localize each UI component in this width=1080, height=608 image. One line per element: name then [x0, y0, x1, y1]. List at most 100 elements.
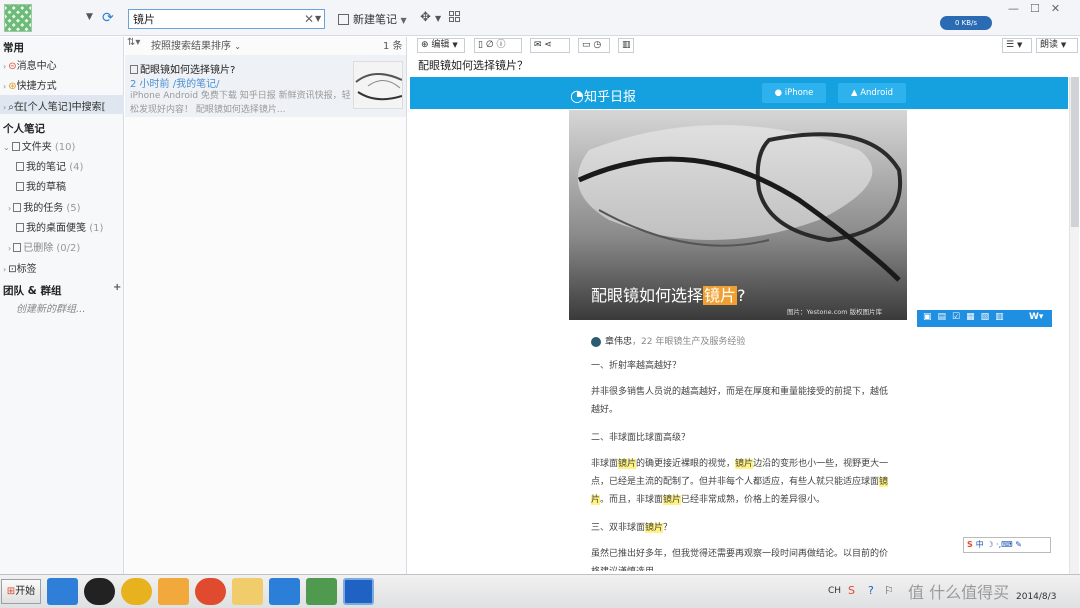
result-count: 1 条 [383, 41, 403, 52]
new-note-button[interactable]: 新建笔记 ▼ [338, 11, 407, 27]
windows-icon: ⊞ [6, 586, 16, 597]
reader-toolbar: ⊕ 编辑 ▼ ▯ ∅ ⓘ ✉ ⋖ ▭ ◷ ▥ ☰ ▼ 朗读 ▼ [408, 37, 1080, 55]
taskbar: ⊞开始 CH S ? ⚐ 值 什么值得买 2014/8/3 [0, 574, 1080, 608]
picasa-icon[interactable] [121, 578, 152, 605]
tray-icons[interactable]: ⚐ [884, 584, 894, 597]
delete-button[interactable]: ▥ [618, 38, 634, 53]
notebook-icon [16, 223, 24, 232]
watermark-logo: 值 什么值得买 [908, 583, 1010, 602]
ime-tool-icons: ☽ ·,⌨ ✎ [986, 540, 1022, 549]
sidebar-item-search-scope[interactable]: › ⌕在[个人笔记]中搜索[ [3, 98, 106, 113]
new-note-label: 新建笔记 [353, 13, 397, 26]
author-avatar [591, 337, 601, 347]
note-actions-group: ▯ ∅ ⓘ [474, 38, 522, 53]
zhihu-banner: ◔知乎日报 ● iPhone ▲ Android [410, 77, 1068, 109]
sogou-tray-icon[interactable]: S [848, 584, 855, 597]
comment-icon[interactable]: ▭ [582, 40, 591, 50]
note-icon [130, 65, 138, 74]
tag-icon: ⊡ [8, 264, 17, 275]
reader-pane: ⊕ 编辑 ▼ ▯ ∅ ⓘ ✉ ⋖ ▭ ◷ ▥ ☰ ▼ 朗读 ▼ 配眼镜如何选择镜… [408, 37, 1080, 574]
chevron-down-icon[interactable]: ▼ [401, 16, 407, 25]
clip-tools-icons[interactable]: ▣▤☑▦▧▥ [923, 312, 1010, 322]
wiznote-icon[interactable] [269, 578, 300, 605]
new-note-icon [338, 14, 349, 25]
lock-icon: ⊕ [421, 40, 429, 50]
vertical-scrollbar[interactable] [1069, 77, 1079, 574]
wps-icon[interactable] [343, 578, 374, 605]
scrollbar-thumb[interactable] [1071, 77, 1079, 227]
question-1: 一、折射率越高越好？ [591, 361, 682, 371]
question-2: 二、非球面比球面高级？ [591, 433, 691, 443]
chevron-right-icon: › [3, 265, 7, 274]
chevron-down-icon: ⌄ [3, 143, 10, 152]
explorer-icon[interactable] [232, 578, 263, 605]
edit-button[interactable]: ⊕ 编辑 ▼ [417, 38, 465, 53]
start-button[interactable]: ⊞开始 [1, 579, 41, 604]
android-icon: ▲ [850, 88, 858, 98]
paragraph-1: 并非很多销售人员说的越高越好，而是在厚度和重量能接受的前提下，越低越好。 [591, 387, 889, 415]
sidebar-item-tasks[interactable]: › 我的任务 (5) [8, 199, 81, 214]
image-credit: 图片：Yestone.com 版权图片库 [787, 308, 883, 316]
sidebar-item-folders[interactable]: ⌄ 文件夹 (10) [3, 138, 75, 153]
minimize-icon[interactable]: — [1008, 2, 1030, 15]
zhihu-logo-icon: ◔ [570, 86, 584, 105]
grid-view-icon[interactable] [449, 11, 461, 23]
chevron-down-icon[interactable]: ▼ [315, 14, 321, 23]
folder-icon [11, 142, 20, 151]
sidebar-item-shortcuts[interactable]: › ⊛快捷方式 [3, 77, 57, 92]
sidebar-item-desktop-notes[interactable]: 我的桌面便笺 (1) [16, 219, 103, 234]
list-item[interactable]: 配眼镜如何选择镜片? 2 小时前 /我的笔记/ iPhone Android 免… [125, 55, 406, 117]
ime-toolbar[interactable]: S中 ☽ ·,⌨ ✎ [963, 537, 1051, 553]
window-controls: —☐✕ [1008, 2, 1071, 15]
note-list: ⇅▾ 按照搜索结果排序 ⌄ 1 条 配眼镜如何选择镜片? 2 小时前 /我的笔记… [125, 37, 407, 574]
sidebar-item-drafts[interactable]: 我的草稿 [16, 178, 66, 193]
qq-icon[interactable] [84, 578, 115, 605]
info-icon[interactable]: ⓘ [497, 40, 506, 50]
create-group-link[interactable]: 创建新的群组... [16, 300, 86, 315]
add-group-button[interactable]: + [113, 282, 121, 293]
sidebar: 常用 › ⊝消息中心 › ⊛快捷方式 › ⌕在[个人笔记]中搜索[ 个人笔记 ⌄ 文件夹… [0, 37, 124, 574]
android-download-button[interactable]: ▲ Android [838, 83, 906, 103]
outline-button[interactable]: ☰ ▼ [1002, 38, 1032, 53]
share-icon[interactable]: ⋖ [544, 40, 552, 50]
bookmark-icon[interactable]: ▯ [478, 40, 483, 50]
top-toolbar: ▼ ⟳ ✕ ▼ 新建笔记 ▼ ✥ ▼ 0 KB/s —☐✕ [0, 0, 1080, 36]
sort-dropdown[interactable]: 按照搜索结果排序 ⌄ [151, 37, 241, 52]
chevron-right-icon: › [8, 204, 12, 213]
sync-icon[interactable]: ⟳ [102, 10, 114, 26]
outlook-icon[interactable] [158, 578, 189, 605]
input-language[interactable]: CH [828, 586, 841, 596]
move-icon[interactable]: ✥ ▼ [420, 10, 441, 25]
wps-icon[interactable]: W▾ [1029, 312, 1043, 322]
chevron-down-icon: ▼ [1016, 41, 1023, 49]
chevron-down-icon[interactable]: ▼ [86, 12, 93, 22]
paragraph-3: 虽然已推出好多年，但我觉得还需要再观察一段时间再做结论。以目前的价格建议谨慎选用… [591, 549, 889, 571]
sort-icon[interactable]: ⇅▾ [127, 37, 140, 48]
notebook-icon [13, 203, 22, 212]
close-icon[interactable]: ✕ [304, 12, 314, 26]
maximize-icon[interactable]: ☐ [1030, 2, 1051, 15]
sidebar-item-messages[interactable]: › ⊝消息中心 [3, 57, 57, 72]
evernote-icon[interactable] [306, 578, 337, 605]
read-aloud-button[interactable]: 朗读 ▼ [1036, 38, 1078, 53]
close-icon[interactable]: ✕ [1051, 2, 1071, 15]
chevron-right-icon: › [8, 244, 12, 253]
attachment-icon[interactable]: ∅ [486, 40, 494, 50]
chrome-icon[interactable] [195, 578, 226, 605]
sidebar-item-deleted[interactable]: › 已删除 (0/2) [8, 239, 80, 254]
search-input[interactable] [133, 12, 301, 26]
note-snippet: iPhone Android 免费下载 知乎日报 新鲜资讯快报，轻松发现好内容！… [130, 91, 351, 115]
iphone-download-button[interactable]: ● iPhone [762, 83, 826, 103]
clock-icon[interactable]: ◷ [593, 40, 601, 50]
help-icon[interactable]: ? [868, 584, 874, 597]
sidebar-item-tags[interactable]: › ⊡标签 [3, 260, 37, 275]
ie-icon[interactable] [47, 578, 78, 605]
chevron-right-icon: › [3, 82, 7, 91]
list-icon: ☰ [1006, 40, 1015, 50]
mail-icon[interactable]: ✉ [534, 40, 542, 50]
sidebar-item-my-notes[interactable]: 我的笔记 (4) [16, 158, 83, 173]
user-avatar[interactable] [4, 4, 32, 32]
search-box: ✕ ▼ [128, 9, 325, 29]
chevron-down-icon: ▼ [1060, 41, 1067, 49]
list-header: ⇅▾ 按照搜索结果排序 ⌄ 1 条 [125, 37, 407, 52]
